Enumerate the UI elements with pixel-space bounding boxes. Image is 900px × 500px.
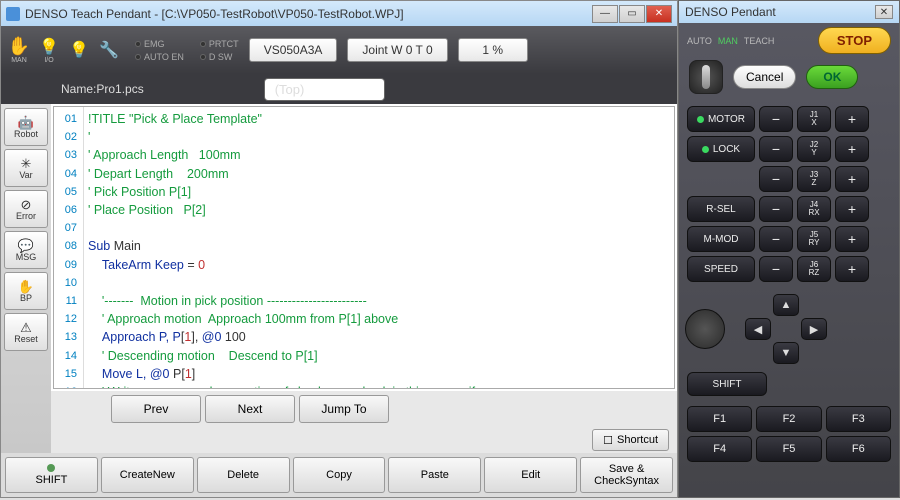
fkey-f6[interactable]: F6 — [826, 436, 891, 462]
pendant-speed-button[interactable]: SPEED — [687, 256, 755, 282]
fkey-f1[interactable]: F1 — [687, 406, 752, 432]
side-tab-bar: 🤖Robot✳Var⊘Error💬MSG✋BP⚠Reset — [1, 104, 51, 453]
save-checksyntax-button[interactable]: Save & CheckSyntax — [580, 457, 673, 493]
cancel-button[interactable]: Cancel — [733, 65, 796, 89]
prtct-status: PRTCT — [200, 39, 239, 49]
side-tab-error[interactable]: ⊘Error — [4, 190, 48, 228]
axis-J6-plus[interactable]: + — [835, 256, 869, 282]
axis-J4-plus[interactable]: + — [835, 196, 869, 222]
dpad-down[interactable]: ▼ — [773, 342, 799, 364]
fkey-f2[interactable]: F2 — [756, 406, 821, 432]
maximize-button[interactable]: ▭ — [619, 5, 645, 23]
joint-field[interactable]: Joint W 0 T 0 — [347, 38, 447, 62]
code-text[interactable]: !TITLE "Pick & Place Template" ' ' Appro… — [84, 107, 674, 388]
pendant-panel: DENSO Pendant ✕ AUTO MAN TEACH STOP Canc… — [678, 0, 900, 498]
robot-id-field[interactable]: VS050A3A — [249, 38, 338, 62]
dpad-right[interactable]: ▶ — [801, 318, 827, 340]
pendant-motor-button[interactable]: MOTOR — [687, 106, 755, 132]
pendant-lock-button[interactable]: LOCK — [687, 136, 755, 162]
mode-dial[interactable] — [689, 60, 723, 94]
fkey-f4[interactable]: F4 — [687, 436, 752, 462]
axis-J5-minus[interactable]: − — [759, 226, 793, 252]
program-name: Name:Pro1.pcs — [61, 82, 144, 96]
fkey-f3[interactable]: F3 — [826, 406, 891, 432]
jump-to-button[interactable]: Jump To — [299, 395, 389, 423]
wrench-icon[interactable]: 🔧 — [99, 37, 119, 63]
side-tab-var[interactable]: ✳Var — [4, 149, 48, 187]
dsw-status: D SW — [200, 52, 239, 62]
axis-J3-minus[interactable]: − — [759, 166, 793, 192]
ok-button[interactable]: OK — [806, 65, 858, 89]
fkey-grid: F1F2F3 F4F5F6 — [679, 402, 899, 466]
axis-J2-minus[interactable]: − — [759, 136, 793, 162]
stop-button[interactable]: STOP — [818, 27, 891, 54]
createnew-button[interactable]: CreateNew — [101, 457, 194, 493]
autoen-status: AUTO EN — [135, 52, 184, 62]
axis-J1-label: J1X — [797, 106, 831, 132]
pendant-m-mod-button[interactable]: M-MOD — [687, 226, 755, 252]
axis-J4-label: J4RX — [797, 196, 831, 222]
line-gutter: 01 02 03 04 05 06 07 08 09 10 11 12 13 1… — [54, 107, 84, 388]
mode-labels: AUTO MAN TEACH — [687, 36, 774, 46]
axis-J1-plus[interactable]: + — [835, 106, 869, 132]
teach-pendant-window: DENSO Teach Pendant - [C:\VP050-TestRobo… — [0, 0, 678, 498]
edit-button[interactable]: Edit — [484, 457, 577, 493]
speed-field[interactable]: 1 % — [458, 38, 528, 62]
bottom-toolbar: SHIFT CreateNew Delete Copy Paste Edit S… — [1, 453, 677, 497]
pendant-shift-button[interactable]: SHIFT — [687, 372, 767, 396]
axis-J2-plus[interactable]: + — [835, 136, 869, 162]
pendant-close-button[interactable]: ✕ — [875, 5, 893, 19]
side-tab-reset[interactable]: ⚠Reset — [4, 313, 48, 351]
axis-J2-label: J2Y — [797, 136, 831, 162]
copy-button[interactable]: Copy — [293, 457, 386, 493]
axis-J4-minus[interactable]: − — [759, 196, 793, 222]
dpad-up[interactable]: ▲ — [773, 294, 799, 316]
code-editor[interactable]: 01 02 03 04 05 06 07 08 09 10 11 12 13 1… — [53, 106, 675, 389]
side-tab-bp[interactable]: ✋BP — [4, 272, 48, 310]
side-tab-msg[interactable]: 💬MSG — [4, 231, 48, 269]
axis-J5-plus[interactable]: + — [835, 226, 869, 252]
next-button[interactable]: Next — [205, 395, 295, 423]
jog-dial[interactable] — [685, 309, 725, 349]
title-text: DENSO Teach Pendant - [C:\VP050-TestRobo… — [25, 7, 592, 21]
minimize-button[interactable]: — — [592, 5, 618, 23]
paste-button[interactable]: Paste — [388, 457, 481, 493]
shortcut-button[interactable]: ☐ Shortcut — [592, 429, 669, 451]
name-bar: Name:Pro1.pcs (Top) — [1, 74, 677, 104]
dpad: ▲ ◀ ▶ ▼ — [745, 294, 827, 364]
dpad-left[interactable]: ◀ — [745, 318, 771, 340]
axis-J1-minus[interactable]: − — [759, 106, 793, 132]
io-icon[interactable]: 💡I/O — [39, 37, 59, 63]
axis-J6-minus[interactable]: − — [759, 256, 793, 282]
pendant-titlebar: DENSO Pendant ✕ — [679, 1, 899, 23]
delete-button[interactable]: Delete — [197, 457, 290, 493]
axis-J6-label: J6RZ — [797, 256, 831, 282]
emg-status: EMG — [135, 39, 184, 49]
top-toolbar: ✋MAN 💡I/O 💡 🔧 EMG AUTO EN PRTCT D SW VS0… — [1, 26, 677, 74]
axis-J3-label: J3Z — [797, 166, 831, 192]
man-mode-icon[interactable]: ✋MAN — [9, 37, 29, 63]
top-field-input[interactable]: (Top) — [264, 78, 386, 101]
app-icon — [6, 7, 20, 21]
side-tab-robot[interactable]: 🤖Robot — [4, 108, 48, 146]
titlebar: DENSO Teach Pendant - [C:\VP050-TestRobo… — [1, 1, 677, 26]
close-button[interactable]: ✕ — [646, 5, 672, 23]
shift-button[interactable]: SHIFT — [5, 457, 98, 493]
fkey-f5[interactable]: F5 — [756, 436, 821, 462]
axis-J3-plus[interactable]: + — [835, 166, 869, 192]
prev-button[interactable]: Prev — [111, 395, 201, 423]
axis-grid: MOTOR − J1X + LOCK − J2Y + − J3Z + R-SEL… — [679, 100, 899, 288]
pendant-r-sel-button[interactable]: R-SEL — [687, 196, 755, 222]
bulb2-icon[interactable]: 💡 — [69, 37, 89, 63]
axis-J5-label: J5RY — [797, 226, 831, 252]
